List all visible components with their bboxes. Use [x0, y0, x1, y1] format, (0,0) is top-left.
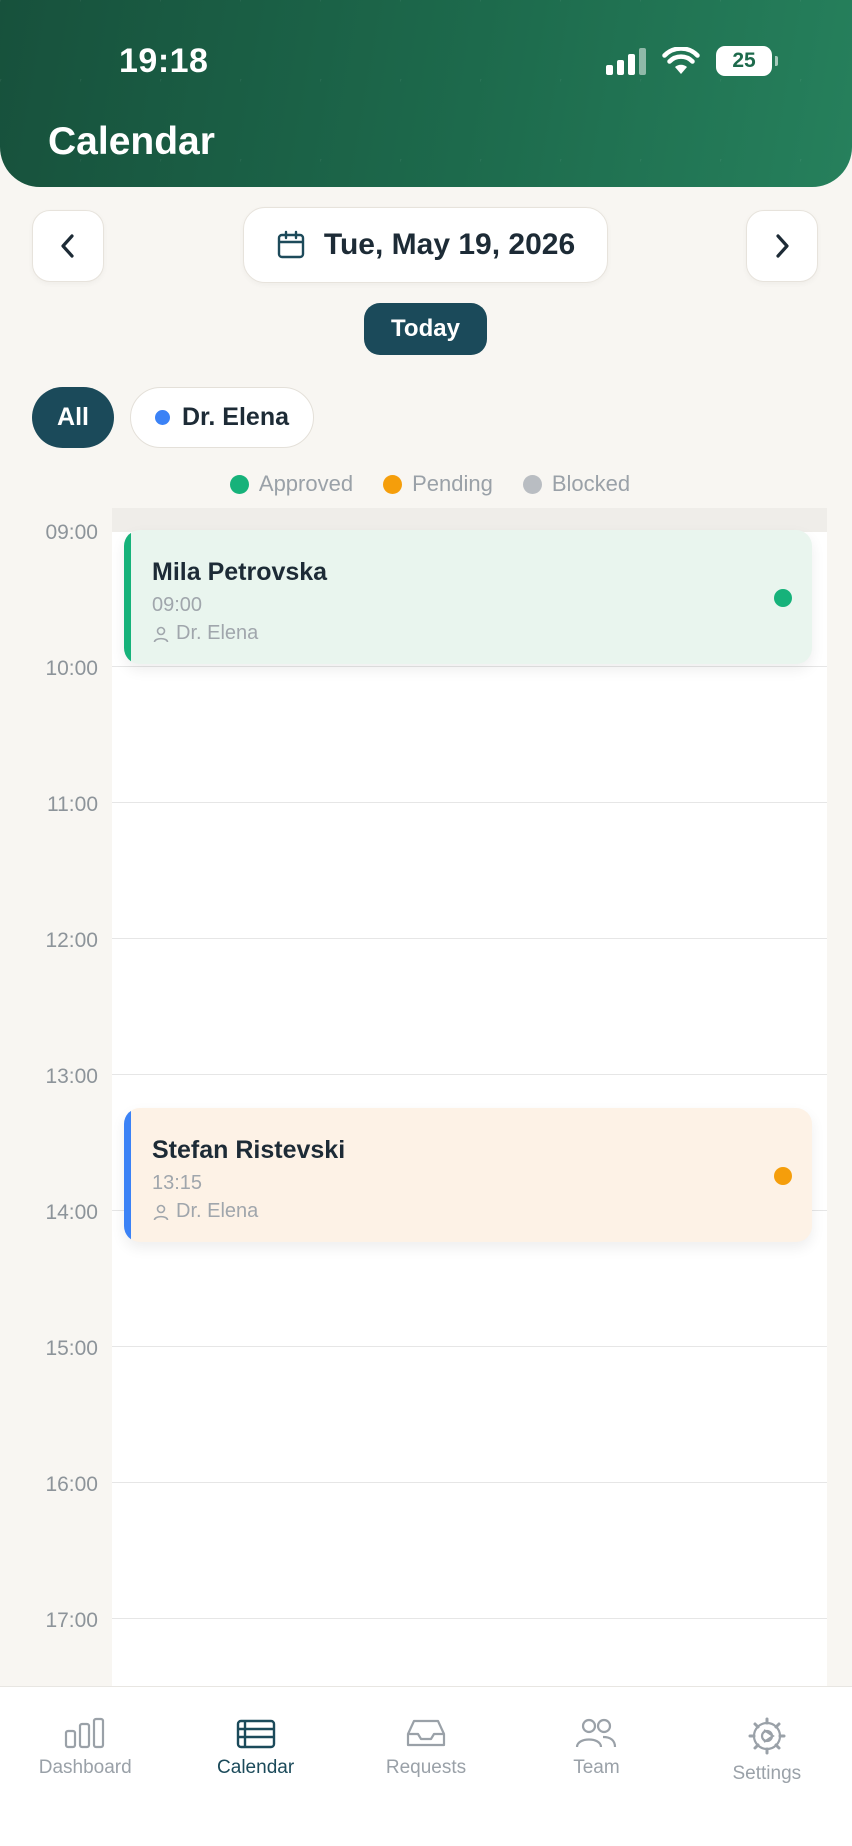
calendar-list-icon: [236, 1719, 275, 1749]
hour-label: 11:00: [47, 793, 98, 816]
tab-label: Dashboard: [38, 1757, 132, 1778]
bottom-tab-bar: Dashboard Calendar Requests Team Setting…: [0, 1686, 852, 1846]
filter-doctor-label: Dr. Elena: [182, 403, 289, 431]
tab-calendar[interactable]: Calendar: [170, 1687, 340, 1846]
selected-date: Tue, May 19, 2026: [323, 228, 576, 261]
wifi-icon: [662, 47, 700, 74]
cellular-signal-icon: [606, 47, 646, 75]
appointment-doctor: Dr. Elena: [152, 1200, 258, 1223]
hour-divider: [112, 802, 827, 803]
patient-name: Stefan Ristevski: [152, 1136, 346, 1164]
bar-chart-icon: [65, 1717, 105, 1749]
chevron-left-icon: [61, 234, 74, 258]
today-button[interactable]: Today: [364, 303, 487, 355]
person-icon: [153, 1204, 169, 1220]
gear-icon: [748, 1717, 786, 1755]
status-dot-pending: [774, 1167, 792, 1185]
doctor-color-dot: [155, 410, 170, 425]
hour-label: 13:00: [45, 1065, 98, 1088]
status-dot-approved: [774, 589, 792, 607]
hour-label: 10:00: [45, 657, 98, 680]
hour-divider: [112, 1346, 827, 1347]
calendar-icon: [277, 230, 305, 259]
hour-divider: [112, 1482, 827, 1483]
status-legend: Approved Pending Blocked: [0, 471, 852, 497]
person-icon: [153, 626, 169, 642]
filter-all-chip[interactable]: All: [32, 387, 114, 448]
hour-label: 09:00: [45, 521, 98, 544]
blocked-dot: [522, 474, 542, 494]
legend-blocked: Blocked: [522, 471, 631, 497]
timeline-top-strip: [112, 508, 827, 532]
patient-name: Mila Petrovska: [152, 558, 328, 586]
tab-team[interactable]: Team: [511, 1687, 681, 1846]
hour-label: 12:00: [45, 929, 98, 952]
tab-label: Settings: [732, 1763, 802, 1784]
tab-dashboard[interactable]: Dashboard: [0, 1687, 170, 1846]
date-picker-button[interactable]: Tue, May 19, 2026: [243, 207, 608, 283]
tab-label: Team: [573, 1757, 620, 1778]
doctor-name: Dr. Elena: [176, 1200, 259, 1222]
tab-label: Calendar: [217, 1757, 295, 1778]
legend-pending: Pending: [383, 471, 493, 497]
appointment-time: 09:00: [152, 594, 203, 616]
appointment-time: 13:15: [152, 1172, 203, 1194]
battery-indicator: 25: [716, 46, 778, 76]
people-icon: [576, 1718, 617, 1748]
hour-label: 15:00: [45, 1337, 98, 1360]
tab-settings[interactable]: Settings: [682, 1687, 852, 1846]
timeline-grid[interactable]: [112, 508, 827, 1686]
appointment-color-bar: [124, 1108, 131, 1242]
pending-dot: [383, 474, 403, 494]
status-time: 19:18: [119, 42, 209, 80]
tab-label: Requests: [385, 1757, 467, 1778]
appointment-color-bar: [124, 530, 131, 664]
hour-divider: [112, 1618, 827, 1619]
doctor-name: Dr. Elena: [176, 622, 259, 644]
day-timeline[interactable]: 09:00 10:00 11:00 12:00 13:00 14:00 15:0…: [0, 508, 852, 1686]
hour-divider: [112, 1074, 827, 1075]
legend-approved: Approved: [229, 471, 354, 497]
hour-label: 14:00: [45, 1201, 98, 1224]
appointment-card[interactable]: Stefan Ristevski 13:15 Dr. Elena: [124, 1108, 812, 1242]
tab-requests[interactable]: Requests: [341, 1687, 511, 1846]
hour-divider: [112, 666, 827, 667]
app-header: 19:18 25 Calendar: [0, 0, 852, 187]
chevron-right-icon: [776, 234, 789, 258]
appointment-doctor: Dr. Elena: [152, 622, 258, 645]
legend-label: Blocked: [551, 471, 631, 496]
inbox-icon: [406, 1719, 446, 1747]
hour-label: 16:00: [45, 1473, 98, 1496]
hour-label: 17:00: [45, 1609, 98, 1632]
hour-divider: [112, 938, 827, 939]
page-title: Calendar: [48, 120, 215, 163]
approved-dot: [229, 474, 249, 494]
next-day-button[interactable]: [746, 210, 818, 282]
legend-label: Approved: [258, 471, 354, 496]
previous-day-button[interactable]: [32, 210, 104, 282]
status-icons: 25: [606, 46, 778, 76]
filter-doctor-chip[interactable]: Dr. Elena: [130, 387, 314, 448]
appointment-card[interactable]: Mila Petrovska 09:00 Dr. Elena: [124, 530, 812, 664]
legend-label: Pending: [412, 471, 493, 496]
